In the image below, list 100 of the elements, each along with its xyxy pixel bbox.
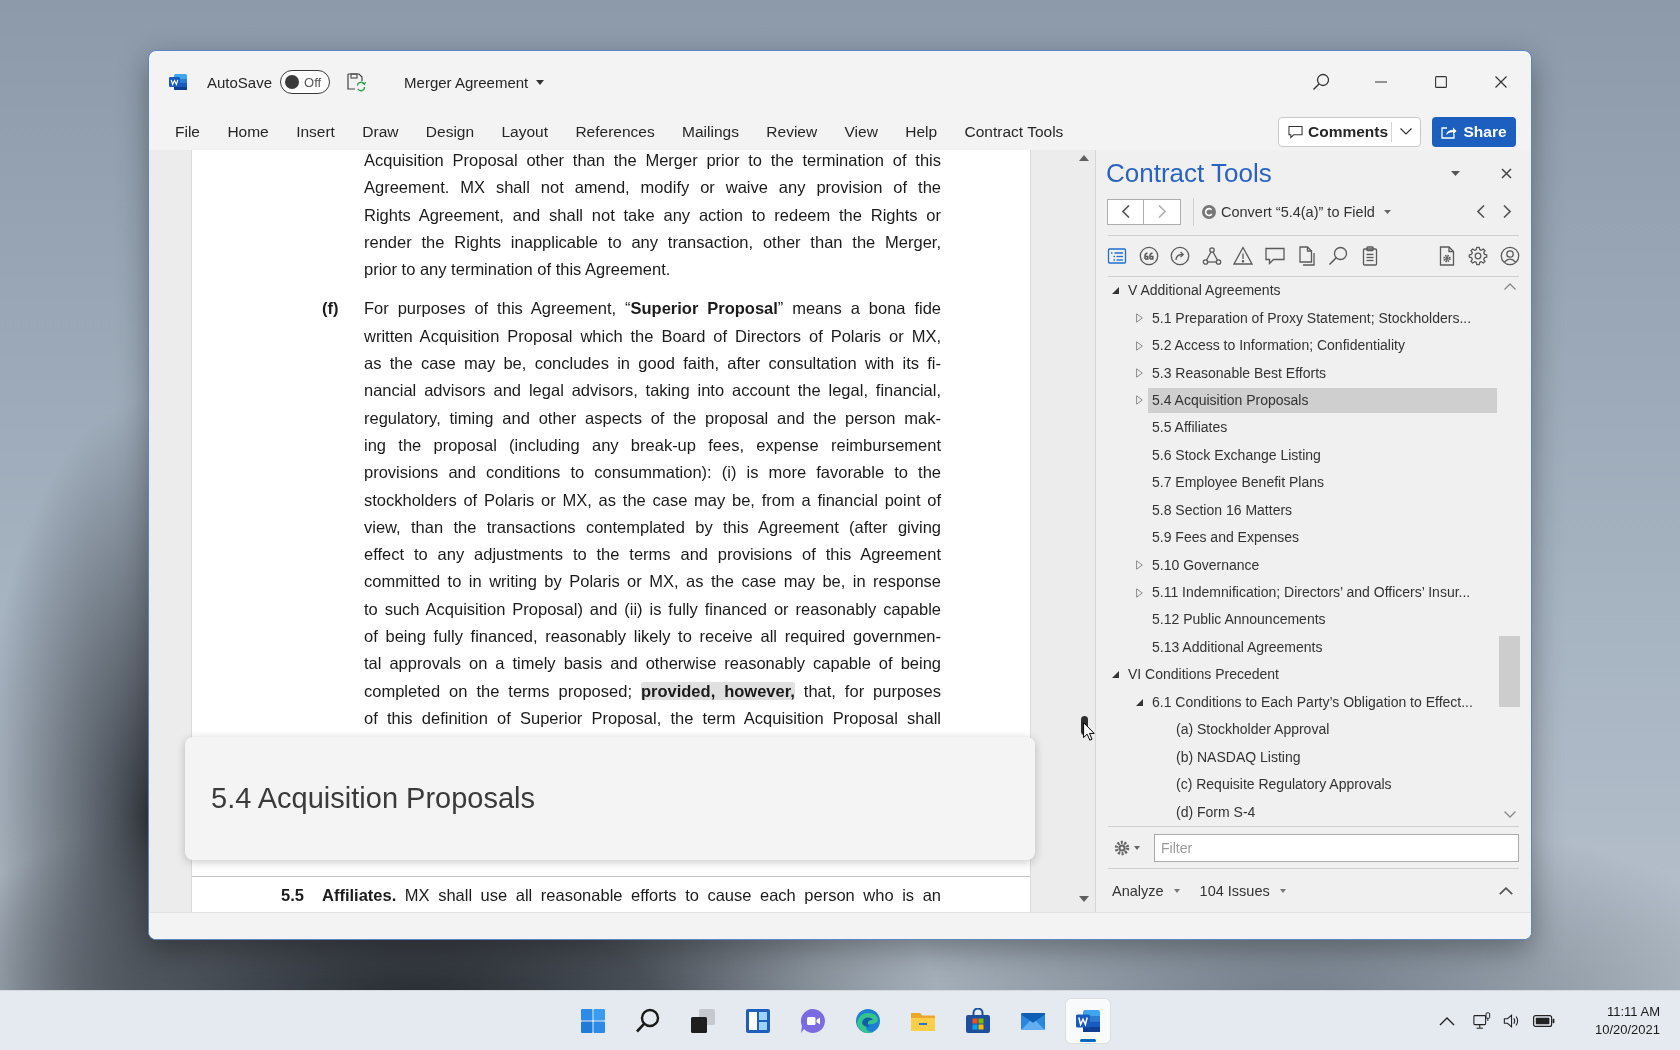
panel-title: Contract Tools — [1106, 158, 1272, 189]
caret-icon[interactable] — [1134, 845, 1140, 850]
ribbon-tab[interactable]: View — [844, 117, 878, 146]
list-icon[interactable] — [1107, 246, 1127, 266]
tree-item[interactable]: 5.9 Fees and Expenses — [1148, 525, 1497, 551]
chat-icon[interactable] — [799, 1007, 826, 1034]
tree-item[interactable]: VI Conditions Precedent — [1124, 662, 1497, 688]
user-icon[interactable] — [1500, 246, 1520, 266]
ribbon-tab[interactable]: Design — [425, 117, 475, 146]
dropdown-caret-icon[interactable] — [1451, 171, 1460, 176]
word-logo-icon — [168, 72, 188, 92]
close-icon[interactable] — [1495, 76, 1507, 88]
tree-item[interactable]: 5.8 Section 16 Matters — [1148, 497, 1497, 523]
warning-icon[interactable] — [1233, 246, 1254, 266]
start-icon[interactable] — [579, 1007, 606, 1034]
task-view-icon[interactable] — [689, 1007, 716, 1034]
settings-icon[interactable] — [1114, 839, 1130, 856]
share-button[interactable]: Share — [1432, 116, 1516, 147]
tree-item[interactable]: 5.12 Public Announcements — [1148, 607, 1497, 633]
search-icon[interactable] — [1311, 72, 1331, 92]
quote-icon[interactable] — [1138, 246, 1159, 266]
widgets-icon[interactable] — [744, 1007, 771, 1034]
tree-item[interactable]: (b) NASDAQ Listing — [1172, 744, 1497, 770]
ribbon-tab[interactable]: Contract Tools — [964, 117, 1064, 146]
mouse-pointer-icon — [1083, 722, 1095, 741]
tree-item[interactable]: 5.5 Affiliates — [1148, 415, 1497, 441]
comment-icon — [1288, 124, 1303, 139]
tree-item[interactable]: 5.7 Employee Benefit Plans — [1148, 470, 1497, 496]
store-icon[interactable] — [964, 1007, 991, 1034]
expanded-arrow-icon[interactable] — [1112, 671, 1119, 679]
expanded-arrow-icon[interactable] — [1136, 698, 1143, 706]
back-button[interactable] — [1107, 198, 1144, 225]
arrow-circle-icon[interactable] — [1170, 246, 1191, 266]
expanded-arrow-icon[interactable] — [1112, 287, 1119, 295]
ribbon-tab[interactable]: File — [175, 117, 200, 146]
chevron-down-icon[interactable] — [1503, 811, 1516, 818]
caret-icon — [1279, 889, 1286, 893]
tree-item[interactable]: V Additional Agreements — [1124, 278, 1497, 304]
tree-item[interactable]: 5.3 Reasonable Best Efforts — [1148, 360, 1497, 386]
knob-icon — [285, 75, 300, 89]
convert-to-field-button[interactable]: Convert “5.4(a)” to Field — [1202, 203, 1391, 220]
chevron-left-icon[interactable] — [1477, 205, 1485, 218]
filter-field[interactable]: Filter — [1154, 833, 1519, 862]
chevron-up-icon[interactable] — [1499, 887, 1513, 895]
ribbon-tab[interactable]: Draw — [362, 117, 399, 146]
volume-icon[interactable] — [1502, 1011, 1521, 1030]
tree-item[interactable]: 5.1 Preparation of Proxy Statement; Stockholders... — [1148, 305, 1497, 331]
issues-dropdown[interactable]: 104 Issues — [1199, 883, 1286, 899]
tree-item[interactable]: 6.1 Conditions to Each Party’s Obligation to Effect... — [1148, 689, 1497, 715]
pages-icon[interactable] — [1296, 246, 1317, 266]
collapsed-arrow-icon[interactable] — [1136, 587, 1143, 598]
analyze-dropdown[interactable]: Analyze — [1112, 883, 1180, 899]
tree-item[interactable]: 5.11 Indemnification; Directors’ and Officers’ Insur... — [1148, 580, 1497, 606]
collapsed-arrow-icon[interactable] — [1136, 368, 1143, 379]
ribbon-tab[interactable]: Help — [905, 117, 938, 146]
comments-button[interactable]: Comments — [1278, 116, 1421, 147]
network-icon[interactable] — [1472, 1011, 1491, 1030]
search-icon[interactable] — [634, 1007, 661, 1034]
tree-item[interactable]: 5.4 Acquisition Proposals — [1148, 387, 1497, 413]
paragraph: For purposes of this Agreement, “Superior Proposal” means a bona fide written Acquisition Proposal which the Board of Directors of Polaris or MX, as the case may be, concludes in good faith, after consultation with its fi- nancial advisors and legal advisors, taking into account the legal, financial, regulatory, timing and other aspects of the proposal and the person mak- ing the proposal (including any break-up fees, expense reimbursement provisions and conditions to consummation): (i) is more favorable to the stockholders of Polaris or MX, as the case may be, from a financial point of view, than the transactions contemplated by this Agreement (after giving effect to any adjustments to the terms and provisions of this Agreement committed to in writing by Polaris or MX, as the case may be, in response to such Acquisition Proposal) and (ii) is fully financed or reasonably capable of being fully financed, reasonably likely to receive all required governmen- tal approvals on a timely basis and otherwise reasonably capable of being completed on the terms proposed; provided, however, that, for purposes of this definition of Superior Proposal, the term Acquisition Proposal shall — [364, 298, 941, 729]
tree-item[interactable]: 5.2 Access to Information; Confidentiality — [1148, 333, 1497, 359]
scroll-up-arrow-icon[interactable] — [1079, 155, 1089, 161]
ribbon-tab[interactable]: Insert — [296, 117, 335, 146]
ribbon-tab[interactable]: References — [575, 117, 655, 146]
battery-icon[interactable] — [1532, 1014, 1555, 1027]
collapsed-arrow-icon[interactable] — [1136, 340, 1143, 351]
document-title-button[interactable]: Merger Agreement — [404, 73, 545, 91]
caret-icon — [1173, 889, 1180, 893]
tree-item[interactable]: 5.6 Stock Exchange Listing — [1148, 442, 1497, 468]
settings-icon[interactable] — [1468, 246, 1489, 266]
ribbon-tab[interactable]: Home — [227, 117, 269, 146]
ribbon-tab[interactable]: Review — [766, 117, 818, 146]
chevron-up-icon[interactable] — [1438, 1015, 1455, 1026]
word-app-icon[interactable] — [1065, 998, 1110, 1043]
tree-item[interactable]: (d) Form S-4 — [1172, 799, 1497, 825]
nodes-icon[interactable] — [1201, 246, 1222, 266]
section-number: 5.5 — [281, 885, 304, 906]
caret-icon — [536, 79, 545, 85]
scroll-down-arrow-icon[interactable] — [1079, 896, 1089, 902]
paragraph: Affiliates. MX shall use all reasonable efforts to cause each person who is an — [322, 885, 941, 906]
save-sync-icon[interactable] — [346, 72, 367, 92]
ribbon-tab[interactable]: Layout — [501, 117, 549, 146]
search-icon[interactable] — [1328, 246, 1349, 266]
tree-item[interactable]: (c) Requisite Regulatory Approvals — [1172, 772, 1497, 798]
autosave-toggle[interactable]: Off — [280, 70, 331, 94]
refresh-circle-icon — [1202, 204, 1216, 219]
collapsed-arrow-icon[interactable] — [1136, 313, 1143, 324]
maximize-icon[interactable] — [1435, 76, 1447, 88]
collapsed-arrow-icon[interactable] — [1136, 560, 1143, 571]
browser-icon[interactable] — [854, 1007, 881, 1034]
close-icon[interactable] — [1501, 168, 1512, 179]
tree-item[interactable]: 5.10 Governance — [1148, 552, 1497, 578]
collapsed-arrow-icon[interactable] — [1136, 395, 1143, 406]
tree-item[interactable]: (a) Stockholder Approval — [1172, 717, 1497, 743]
chevron-right-icon[interactable] — [1503, 205, 1511, 218]
comment-icon[interactable] — [1264, 246, 1285, 266]
tree-item[interactable]: 5.13 Additional Agreements — [1148, 634, 1497, 660]
ribbon-tab[interactable]: Mailings — [682, 117, 739, 146]
chevron-down-icon — [1400, 128, 1412, 135]
scrollbar-thumb[interactable] — [1499, 636, 1520, 707]
